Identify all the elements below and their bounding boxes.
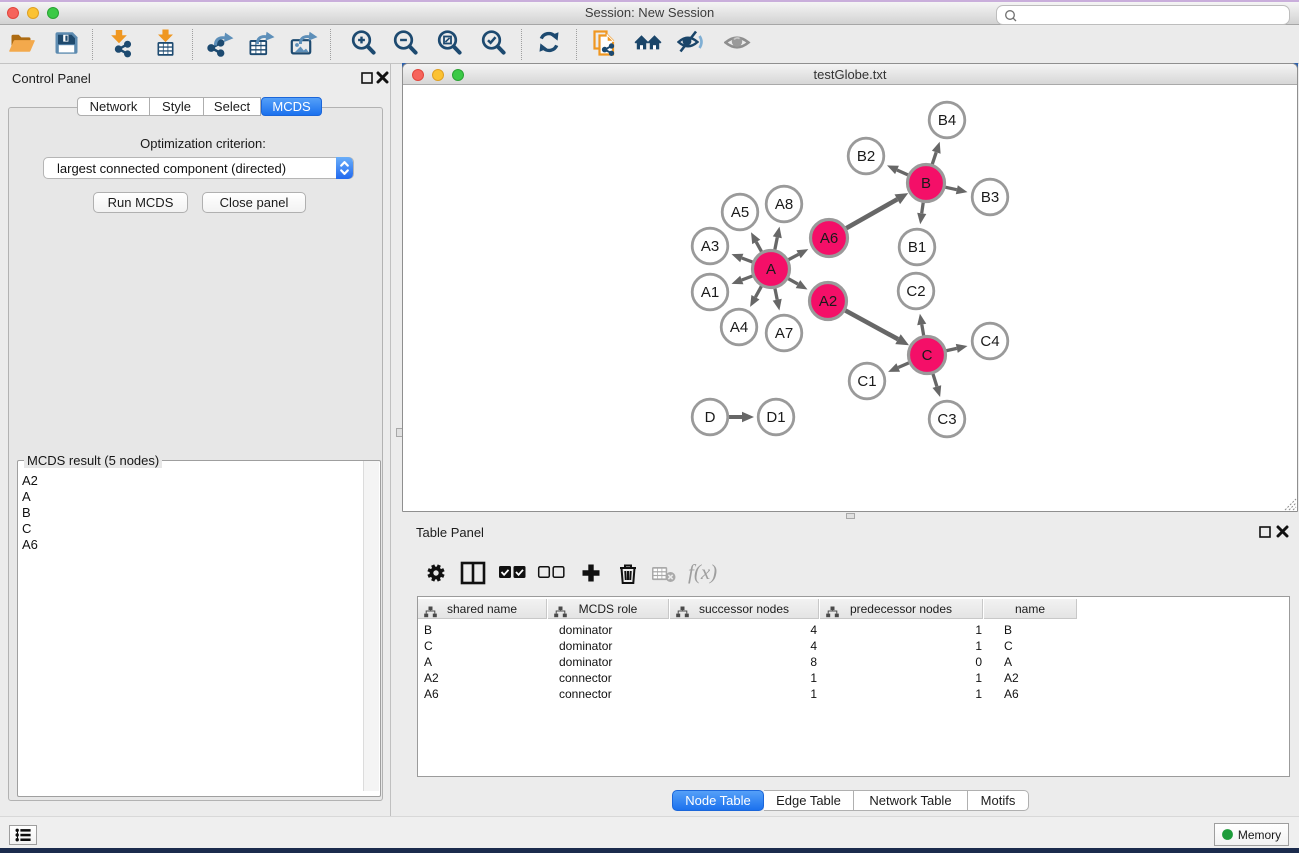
svg-text:A2: A2 [819,293,837,310]
svg-text:A4: A4 [730,319,748,336]
svg-text:C2: C2 [906,283,925,300]
svg-text:C4: C4 [980,333,999,350]
svg-text:A5: A5 [731,204,749,221]
svg-text:A7: A7 [775,325,793,342]
svg-text:C3: C3 [937,411,956,428]
svg-text:C: C [922,347,933,364]
svg-text:B: B [921,175,931,192]
svg-text:A1: A1 [701,284,719,301]
svg-text:B4: B4 [938,112,956,129]
svg-text:D: D [705,409,716,426]
svg-text:D1: D1 [766,409,785,426]
svg-text:A3: A3 [701,238,719,255]
svg-text:C1: C1 [857,373,876,390]
svg-text:B2: B2 [857,148,875,165]
svg-text:B1: B1 [908,239,926,256]
svg-text:B3: B3 [981,189,999,206]
svg-text:A8: A8 [775,196,793,213]
svg-text:A6: A6 [820,230,838,247]
svg-text:A: A [766,261,776,278]
